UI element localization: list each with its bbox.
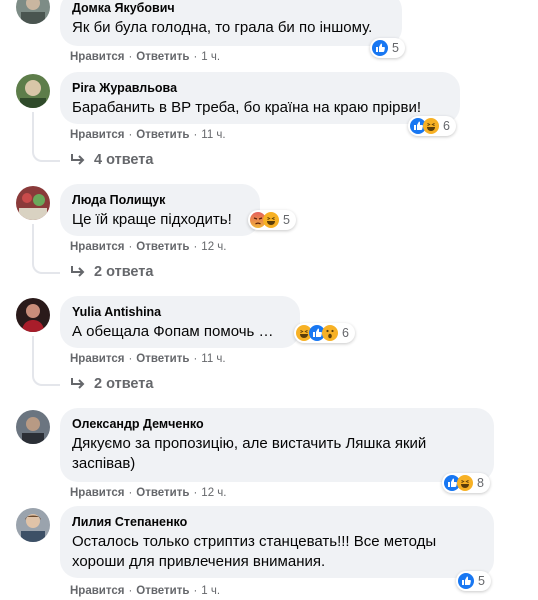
comment-bubble: Олександр Демченко Дякуємо за пропозицію…: [60, 408, 494, 482]
comment-actions: Нравится · Ответить · 12 ч.: [70, 240, 226, 254]
comment-bubble: Pira Журавльова Барабанить в ВР треба, б…: [60, 72, 460, 124]
separator: ·: [128, 487, 133, 499]
comment-actions: Нравится · Ответить · 1 ч.: [70, 50, 220, 64]
comment-text: Дякуємо за пропозицію, але вистачить Ляш…: [72, 435, 427, 472]
comment-bubble: Yulia Antishina А обещала Фопам помочь …: [60, 296, 300, 348]
separator: ·: [193, 129, 198, 141]
haha-icon: [423, 118, 439, 134]
reaction-count: 6: [443, 119, 450, 133]
reply-arrow-icon: [70, 265, 86, 279]
like-icon: [458, 573, 474, 589]
comment-timestamp[interactable]: 12 ч.: [201, 487, 226, 499]
comment-bubble: Домка Якубович Як би була голодна, то гр…: [60, 0, 402, 46]
replies-label: 2 ответа: [94, 376, 154, 392]
comment-author[interactable]: Лилия Степаненко: [72, 514, 482, 530]
comment-author[interactable]: Домка Якубович: [72, 0, 390, 16]
reaction-count: 5: [478, 574, 485, 588]
separator: ·: [128, 353, 133, 365]
comment-text: Це їй краще підходить!: [72, 211, 232, 228]
reaction-count: 8: [477, 476, 484, 490]
like-button[interactable]: Нравится: [70, 51, 124, 63]
reaction-count: 6: [342, 326, 349, 340]
comment-timestamp[interactable]: 1 ч.: [201, 51, 220, 63]
reply-button[interactable]: Ответить: [136, 585, 189, 597]
comment-actions: Нравится · Ответить · 11 ч.: [70, 128, 226, 142]
comment-timestamp[interactable]: 11 ч.: [201, 129, 225, 141]
comment-actions: Нравится · Ответить · 1 ч.: [70, 584, 220, 598]
wow-icon: [322, 325, 338, 341]
like-button[interactable]: Нравится: [70, 353, 124, 365]
separator: ·: [193, 585, 198, 597]
avatar[interactable]: [16, 508, 50, 542]
avatar[interactable]: [16, 186, 50, 220]
reaction-count: 5: [392, 41, 399, 55]
comment-text: А обещала Фопам помочь …: [72, 323, 274, 340]
comment-author[interactable]: Pira Журавльова: [72, 80, 448, 96]
comment-author[interactable]: Люда Полищук: [72, 192, 248, 208]
separator: ·: [128, 585, 133, 597]
comment-feed: Домка Якубович Як би була голодна, то гр…: [0, 0, 538, 600]
reply-button[interactable]: Ответить: [136, 129, 189, 141]
reaction-summary[interactable]: 5: [248, 210, 296, 230]
haha-icon: [263, 212, 279, 228]
replies-label: 4 ответа: [94, 152, 154, 168]
comment-text: Як би була голодна, то грала би по іншом…: [72, 19, 373, 36]
reply-thread-line: [32, 224, 60, 274]
like-button[interactable]: Нравится: [70, 585, 124, 597]
reply-button[interactable]: Ответить: [136, 51, 189, 63]
reply-arrow-icon: [70, 377, 86, 391]
comment-bubble: Лилия Степаненко Осталось только стрипти…: [60, 506, 494, 578]
view-replies-button[interactable]: 2 ответа: [70, 376, 153, 392]
view-replies-button[interactable]: 4 ответа: [70, 152, 153, 168]
reply-button[interactable]: Ответить: [136, 353, 189, 365]
comment-timestamp[interactable]: 1 ч.: [201, 585, 220, 597]
separator: ·: [128, 241, 133, 253]
comment-bubble: Люда Полищук Це їй краще підходить!: [60, 184, 260, 236]
reaction-summary[interactable]: 6: [408, 116, 456, 136]
comment-author[interactable]: Олександр Демченко: [72, 416, 482, 432]
reaction-summary[interactable]: 6: [294, 323, 355, 343]
view-replies-button[interactable]: 2 ответа: [70, 264, 153, 280]
comment-text: Барабанить в ВР треба, бо країна на краю…: [72, 99, 422, 116]
comment-actions: Нравится · Ответить · 11 ч.: [70, 352, 226, 366]
reply-thread-line: [32, 112, 60, 162]
separator: ·: [128, 51, 133, 63]
like-button[interactable]: Нравится: [70, 129, 124, 141]
comment-timestamp[interactable]: 11 ч.: [201, 353, 225, 365]
reply-arrow-icon: [70, 153, 86, 167]
avatar[interactable]: [16, 0, 50, 24]
like-button[interactable]: Нравится: [70, 487, 124, 499]
separator: ·: [193, 51, 198, 63]
separator: ·: [193, 487, 198, 499]
avatar[interactable]: [16, 298, 50, 332]
haha-icon: [457, 475, 473, 491]
reply-button[interactable]: Ответить: [136, 241, 189, 253]
comment-author[interactable]: Yulia Antishina: [72, 304, 288, 320]
reaction-count: 5: [283, 213, 290, 227]
comment-actions: Нравится · Ответить · 12 ч.: [70, 486, 226, 500]
reaction-summary[interactable]: 5: [370, 38, 405, 58]
reaction-summary[interactable]: 8: [442, 473, 490, 493]
reply-button[interactable]: Ответить: [136, 487, 189, 499]
separator: ·: [193, 353, 198, 365]
reply-thread-line: [32, 336, 60, 386]
separator: ·: [128, 129, 133, 141]
separator: ·: [193, 241, 198, 253]
reaction-summary[interactable]: 5: [456, 571, 491, 591]
like-button[interactable]: Нравится: [70, 241, 124, 253]
avatar[interactable]: [16, 74, 50, 108]
like-icon: [372, 40, 388, 56]
comment-text: Осталось только стриптиз станцевать!!! В…: [72, 533, 437, 570]
avatar[interactable]: [16, 410, 50, 444]
replies-label: 2 ответа: [94, 264, 154, 280]
comment-timestamp[interactable]: 12 ч.: [201, 241, 226, 253]
